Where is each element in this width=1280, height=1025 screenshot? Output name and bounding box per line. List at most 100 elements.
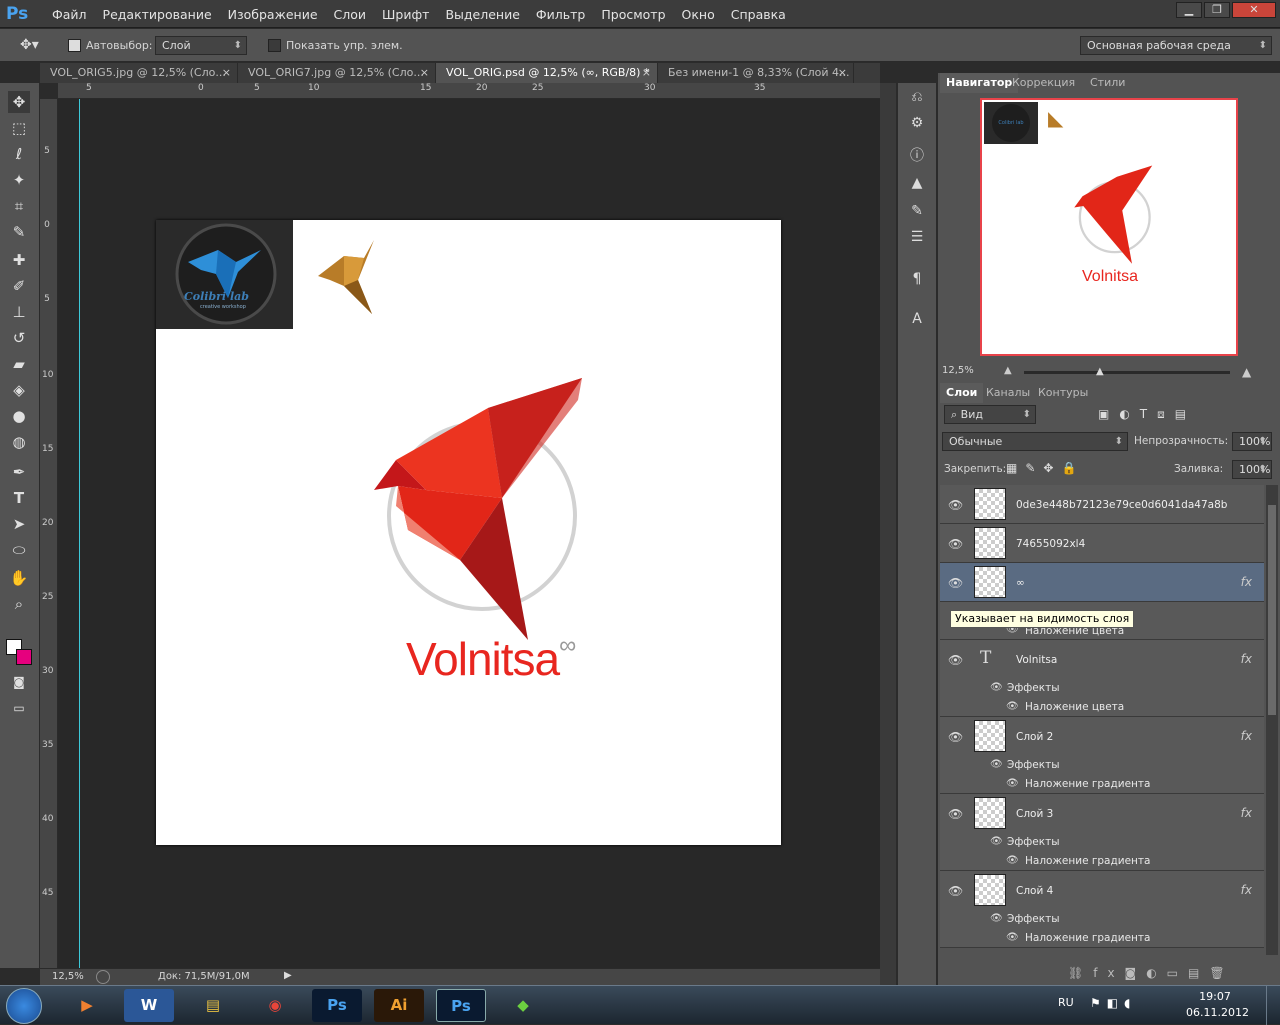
autoselect-checkbox[interactable] xyxy=(68,39,81,55)
autoselect-select[interactable]: Слой xyxy=(155,36,247,55)
navigator-zoom[interactable]: 12,5% xyxy=(942,365,974,376)
menu-view[interactable]: Просмотр xyxy=(601,7,665,22)
layer-row[interactable]: 👁 Слой 3 fx 👁 Эффекты 👁 Наложение градие… xyxy=(940,794,1264,871)
paragraph-panel-icon[interactable]: ¶ xyxy=(907,271,927,291)
fx-icon[interactable]: fx xyxy=(1241,729,1252,743)
layer-filter-icons[interactable]: ▣◐T⧈▤ xyxy=(1098,407,1196,422)
eraser-tool-icon[interactable]: ▰ xyxy=(8,353,30,375)
tab-channels[interactable]: Каналы xyxy=(980,383,1036,403)
paint-taskbar-icon[interactable]: ◆ xyxy=(498,989,548,1022)
zoom-level[interactable]: 12,5% xyxy=(52,971,84,982)
tab-vol-orig[interactable]: VOL_ORIG.psd @ 12,5% (∞, RGB/8) * × xyxy=(436,63,658,83)
menu-window[interactable]: Окно xyxy=(682,7,715,22)
start-button[interactable] xyxy=(6,988,42,1024)
hand-tool-icon[interactable]: ✋ xyxy=(8,567,30,589)
layers-footer-icons[interactable]: ⛓fx◙◐▭▤🗑 xyxy=(1068,966,1235,980)
quick-mask-icon[interactable]: ◙ xyxy=(8,671,30,693)
type-tool-icon[interactable]: T xyxy=(8,487,30,509)
menu-help[interactable]: Справка xyxy=(731,7,786,22)
fx-icon[interactable]: fx xyxy=(1241,652,1252,666)
tray-icons[interactable]: ⚑◧◖ xyxy=(1090,996,1136,1010)
fx-icon[interactable]: fx xyxy=(1241,575,1252,589)
menu-image[interactable]: Изображение xyxy=(228,7,318,22)
menu-file[interactable]: Файл xyxy=(52,7,87,22)
zoom-tool-icon[interactable]: ⌕ xyxy=(8,593,30,615)
paint-bucket-tool-icon[interactable]: ◈ xyxy=(8,379,30,401)
layer-row[interactable]: 👁 Слой 2 fx 👁 Эффекты 👁 Наложение градие… xyxy=(940,717,1264,794)
zoom-slider[interactable] xyxy=(1024,371,1230,374)
lock-icons[interactable]: ▦✎✥🔒 xyxy=(1006,461,1084,475)
fx-icon[interactable]: fx xyxy=(1241,806,1252,820)
opacity-input[interactable]: 100% xyxy=(1232,432,1272,451)
screen-mode-icon[interactable]: ▭ xyxy=(8,697,30,719)
layer-filter-select[interactable]: ⌕ Вид xyxy=(944,405,1036,424)
eye-icon[interactable]: 👁 xyxy=(948,537,963,551)
eyedropper-tool-icon[interactable]: ✎ xyxy=(8,221,30,243)
pen-tool-icon[interactable]: ✒ xyxy=(8,461,30,483)
histogram-panel-icon[interactable]: ▲ xyxy=(907,175,927,195)
move-tool-icon[interactable]: ✥▾ xyxy=(20,37,39,53)
chrome-taskbar-icon[interactable]: ◉ xyxy=(250,989,300,1022)
eye-icon[interactable]: 👁 xyxy=(990,759,1003,770)
brush-panel-icon[interactable]: ✎ xyxy=(907,203,927,223)
fill-input[interactable]: 100% xyxy=(1232,460,1272,479)
dodge-tool-icon[interactable]: ◍ xyxy=(8,431,30,453)
ellipse-tool-icon[interactable]: ⬭ xyxy=(8,539,30,561)
healing-brush-tool-icon[interactable]: ✚ xyxy=(8,249,30,271)
language-indicator[interactable]: RU xyxy=(1058,996,1074,1009)
close-icon[interactable]: × xyxy=(642,63,651,83)
background-color-swatch[interactable] xyxy=(16,649,32,665)
blur-tool-icon[interactable]: ● xyxy=(8,405,30,427)
eye-icon[interactable]: 👁 xyxy=(1006,855,1019,866)
move-tool-icon[interactable]: ✥ xyxy=(8,91,30,113)
photoshop-taskbar-icon[interactable]: Ps xyxy=(312,989,362,1022)
status-share-icon[interactable] xyxy=(96,970,110,984)
maximize-button[interactable]: ❐ xyxy=(1204,2,1230,18)
media-player-taskbar-icon[interactable]: ▶ xyxy=(62,989,112,1022)
history-panel-icon[interactable]: ⎌ xyxy=(907,89,927,109)
workspace-scrollbar[interactable] xyxy=(880,83,896,985)
layer-row[interactable]: 👁 Слой 4 fx 👁 Эффекты 👁 Наложение градие… xyxy=(940,871,1264,948)
eye-icon[interactable]: 👁 xyxy=(990,913,1003,924)
eye-icon[interactable]: 👁 xyxy=(948,730,963,744)
tab-styles[interactable]: Стили xyxy=(1084,73,1131,93)
eye-icon[interactable]: 👁 xyxy=(990,682,1003,693)
status-arrow-icon[interactable]: ▶ xyxy=(284,970,292,981)
menu-filter[interactable]: Фильтр xyxy=(536,7,585,22)
menu-layers[interactable]: Слои xyxy=(334,7,367,22)
word-taskbar-icon[interactable]: W xyxy=(124,989,174,1022)
show-desktop-button[interactable] xyxy=(1266,986,1280,1025)
crop-tool-icon[interactable]: ⌗ xyxy=(8,195,30,217)
minimize-button[interactable]: ▁ xyxy=(1176,2,1202,18)
brush-tool-icon[interactable]: ✐ xyxy=(8,275,30,297)
close-icon[interactable]: × xyxy=(838,63,847,83)
layers-scroll-thumb[interactable] xyxy=(1268,505,1276,715)
menu-type[interactable]: Шрифт xyxy=(382,7,429,22)
menu-select[interactable]: Выделение xyxy=(445,7,519,22)
path-selection-tool-icon[interactable]: ➤ xyxy=(8,513,30,535)
layer-row[interactable]: 👁 0de3e448b72123e79ce0d6041da47a8b xyxy=(940,485,1264,524)
guide-line[interactable] xyxy=(79,99,80,968)
layer-row[interactable]: 👁 74655092xl4 xyxy=(940,524,1264,563)
eye-icon[interactable]: 👁 xyxy=(990,836,1003,847)
eye-icon[interactable]: 👁 xyxy=(1006,701,1019,712)
zoom-out-icon[interactable]: ▲ xyxy=(1004,365,1012,376)
navigator-preview[interactable]: Colibri lab ◣ Volnitsa xyxy=(980,98,1238,356)
layers-scrollbar[interactable] xyxy=(1266,485,1278,955)
blend-mode-select[interactable]: Обычные xyxy=(942,432,1128,451)
eye-icon[interactable]: 👁 xyxy=(948,498,963,512)
illustrator-taskbar-icon[interactable]: Ai xyxy=(374,989,424,1022)
magic-wand-tool-icon[interactable]: ✦ xyxy=(8,169,30,191)
eye-icon[interactable]: 👁 xyxy=(948,884,963,898)
actions-panel-icon[interactable]: ⚙ xyxy=(907,115,927,135)
layer-row-selected[interactable]: 👁 ∞ fx xyxy=(940,563,1264,602)
character-panel-icon[interactable]: A xyxy=(907,311,927,331)
lasso-tool-icon[interactable]: ℓ xyxy=(8,143,30,165)
info-panel-icon[interactable]: ⓘ xyxy=(907,145,927,165)
properties-panel-icon[interactable]: ☰ xyxy=(907,229,927,249)
document-canvas[interactable]: Colibri lab creative workshop Volnitsa∞ xyxy=(156,220,781,845)
fx-icon[interactable]: fx xyxy=(1241,883,1252,897)
layer-row[interactable]: 👁 T Volnitsa fx 👁 Эффекты 👁 Наложение цв… xyxy=(940,640,1264,717)
close-button[interactable]: ✕ xyxy=(1232,2,1276,18)
history-brush-tool-icon[interactable]: ↺ xyxy=(8,327,30,349)
